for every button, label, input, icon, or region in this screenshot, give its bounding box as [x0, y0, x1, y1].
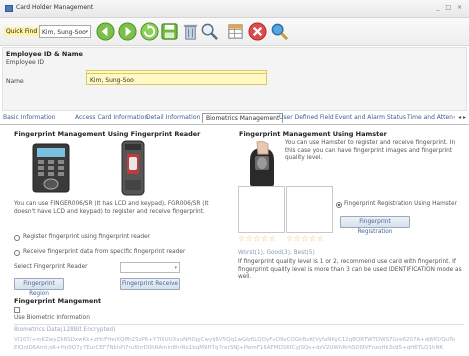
refresh-icon[interactable] — [140, 22, 159, 41]
tab-detail-information[interactable]: Detail Information — [146, 114, 200, 121]
hamster-panel-title: Fingerprint Management Using Hamster — [239, 130, 387, 138]
quality-scale-label: Worst(1), Good(3), Best(5) — [238, 250, 315, 256]
fingerprint-image-left — [238, 186, 285, 233]
biometrics-data-line-2: ElQnID6Amt;sR+Hn0Q7y7EurCEF7NkhPi7ru6hrD… — [14, 345, 444, 351]
zoom-icon[interactable] — [270, 22, 289, 41]
use-biometric-label: Use Biometric Information — [14, 315, 90, 321]
quality-stars-right: ☆☆☆☆☆ — [286, 234, 325, 243]
delete-icon[interactable] — [181, 22, 200, 41]
tab-basic-information[interactable]: Basic Information — [3, 114, 56, 121]
reader-fgr-device-image — [121, 140, 145, 196]
select-reader-label: Select Fingerprint Reader — [14, 264, 88, 270]
hamster-device-image — [250, 140, 274, 186]
quality-stars-left: ☆☆☆☆☆ — [238, 234, 277, 243]
hamster-description: You can use Hamster to register and rece… — [285, 140, 456, 161]
biometrics-data-line-1: VI10T/+mKZwyZk8SDxwKk+zHcFHeiXQffh2SzP6+… — [14, 337, 455, 343]
tab-biometrics-management[interactable]: Biometrics Management — [202, 113, 284, 123]
employee-id-label: Employee ID — [6, 59, 45, 66]
tab-bar: Basic Information Access Card Informatio… — [0, 113, 469, 125]
hamster-registration-radio[interactable] — [336, 202, 342, 208]
back-icon[interactable] — [96, 22, 115, 41]
forward-icon[interactable] — [118, 22, 137, 41]
chevron-down-icon: ▾ — [174, 265, 177, 271]
window-title: Card Holder Management — [16, 4, 94, 11]
employee-section: Employee ID & Name Employee ID 00000 Nam… — [2, 47, 467, 111]
search-icon[interactable] — [200, 22, 219, 41]
tab-user-defined-field[interactable]: User Defined Field — [279, 114, 334, 121]
toolbar: Quick Find Kim, Sung-Soo ▾ — [0, 18, 469, 46]
tab-access-card-information[interactable]: Access Card Information — [75, 114, 148, 121]
fingerprint-mgmt-title: Fingerprint Mangement — [14, 297, 102, 305]
fingerprint-receive-button[interactable]: Fingerprint Receive — [120, 278, 180, 290]
quality-note: If fingerprint quality level is 1 or 2, … — [238, 259, 462, 280]
grid-icon[interactable] — [226, 22, 245, 41]
biometrics-content: Fingerprint Management Using Fingerprint… — [0, 126, 469, 356]
hamster-registration-label: Fingerprint Registration Using Hamster — [344, 201, 457, 207]
quick-find-label: Quick Find — [4, 27, 40, 36]
quick-find-select[interactable]: Kim, Sung-Soo ▾ — [39, 25, 91, 38]
receive-reader-radio[interactable] — [14, 250, 20, 256]
select-reader-dropdown[interactable]: ▾ — [120, 262, 180, 273]
save-icon[interactable] — [160, 22, 179, 41]
register-reader-radio[interactable] — [14, 235, 20, 241]
tab-event-and-alarm-status[interactable]: Event and Alarm Status — [335, 114, 406, 121]
tab-scroll-arrows[interactable]: ◂ ▸ — [458, 114, 466, 121]
receive-reader-label: Receive fingerprint data from specific f… — [23, 249, 186, 255]
title-bar: Card Holder Management _ □ × — [0, 0, 469, 18]
quick-find-value: Kim, Sung-Soo — [42, 29, 86, 36]
use-biometric-checkbox[interactable] — [14, 307, 20, 313]
fingerprint-image-right — [286, 186, 333, 233]
fingerprint-region-button[interactable]: Fingerprint Region — [14, 278, 64, 297]
tab-time-and-attendance[interactable]: Time and Atten‹ — [407, 114, 457, 121]
app-icon — [5, 5, 13, 12]
biometrics-data-label: Biometrics Data(128Bit Encrypted) — [14, 327, 116, 333]
reader-description: You can use FINGER006/SR (It has LCD and… — [14, 201, 209, 215]
window-controls[interactable]: _ □ × — [436, 4, 464, 11]
fingerprint-registration-button[interactable]: Fingerprint Registration — [340, 216, 410, 235]
name-label: Name — [6, 78, 24, 85]
reader-lcd-device-image — [32, 143, 70, 193]
reader-panel-title: Fingerprint Management Using Fingerprint… — [14, 130, 201, 138]
register-reader-label: Register fingerprint using fingerprint r… — [23, 234, 151, 240]
close-icon[interactable] — [248, 22, 267, 41]
name-field[interactable]: Kim, Sung-Soo — [86, 73, 267, 85]
employee-section-title: Employee ID & Name — [6, 50, 83, 58]
chevron-down-icon: ▾ — [85, 29, 88, 35]
divider — [14, 324, 464, 325]
